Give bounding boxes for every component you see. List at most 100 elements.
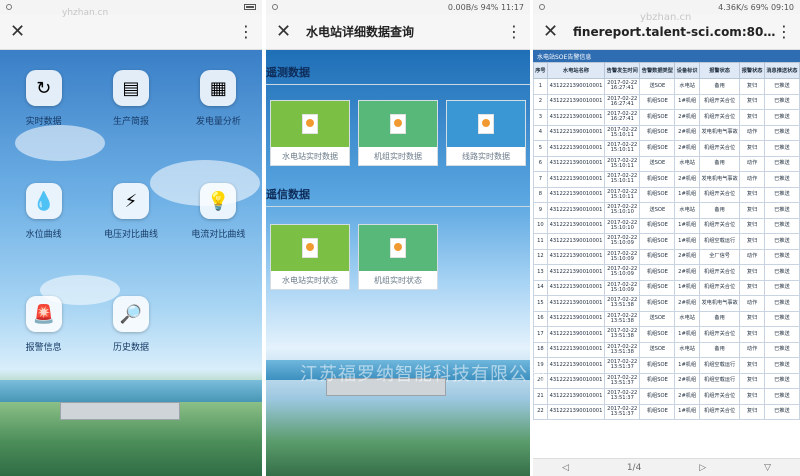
table-row: 6 4312221390010001 2017-02-22 15:10:11 送SOE… <box>533 155 800 172</box>
card-label: 线路实时数据 <box>462 151 510 161</box>
table-cell: 4312221390010001 <box>546 326 606 343</box>
card-unit-realtime-data[interactable]: 机组实时数据 <box>358 100 438 166</box>
table-cell: 机组SOE <box>639 186 676 203</box>
table-cell: 21 <box>533 388 548 405</box>
table-cell: 复归 <box>739 388 765 405</box>
table-cell: 送SOE <box>639 202 676 219</box>
table-row: 18 4312221390010001 2017-02-22 13:51:38 送SO… <box>533 341 800 358</box>
column-header: 序号 <box>533 62 548 79</box>
tile-production-brief[interactable]: ▤ 生产简报 <box>87 70 174 127</box>
table-cell: 2#机组 <box>674 109 700 126</box>
table-cell: 机组SOE <box>639 248 676 265</box>
card-unit-realtime-status[interactable]: 机组实时状态 <box>358 224 438 290</box>
table-header-row: 序号 水电站名称 告警发生时间 告警数据类型 设备标识 报警状态 报警状态 消息推送状态 <box>533 62 800 79</box>
table-cell: 机组开关合位 <box>698 217 741 234</box>
table-cell: 4312221390010001 <box>546 357 606 374</box>
current-comparison-curve-icon: 💡 <box>200 183 237 219</box>
table-cell: 18 <box>533 341 548 358</box>
table-cell: 2017-02-22 15:10:09 <box>604 233 641 250</box>
table-cell: 已推送 <box>763 403 800 420</box>
table-cell: 4312221390010001 <box>546 186 606 203</box>
table-cell: 1#机组 <box>674 233 700 250</box>
table-row: 19 4312221390010001 2017-02-22 13:51:37 机组S… <box>533 357 800 374</box>
company-watermark: 江苏福罗纳智能科技有限公司 <box>300 364 547 385</box>
app-topbar: ✕ ⋮ <box>0 14 262 50</box>
status-bar <box>0 0 262 14</box>
column-header: 告警数据类型 <box>639 62 676 79</box>
table-cell: 发电机电气事故 <box>698 124 741 141</box>
table-cell: 动作 <box>739 124 765 141</box>
table-cell: 动作 <box>739 341 765 358</box>
table-cell: 12 <box>533 248 548 265</box>
table-cell: 机组SOE <box>639 403 676 420</box>
app-topbar: ✕ 水电站详细数据查询 ⋮ <box>266 14 530 50</box>
table-cell: 2017-02-22 15:10:10 <box>604 202 641 219</box>
table-cell: 全厂信号 <box>698 248 741 265</box>
tile-alarm-info[interactable]: 🚨 报警信息 <box>0 296 87 353</box>
table-cell: 5 <box>533 140 548 157</box>
table-cell: 已推送 <box>763 279 800 296</box>
table-cell: 动作 <box>739 171 765 188</box>
close-icon[interactable]: ✕ <box>543 21 563 42</box>
close-icon[interactable]: ✕ <box>10 21 30 42</box>
tile-label: 历史数据 <box>112 343 149 353</box>
card-station-realtime-data[interactable]: 水电站实时数据 <box>270 100 350 166</box>
table-cell: 2017-02-22 16:27:41 <box>604 78 641 95</box>
table-cell: 机组空载运行 <box>698 233 741 250</box>
table-cell: 4312221390010001 <box>546 140 606 157</box>
filter-icon[interactable]: ▽ <box>764 463 771 473</box>
table-cell: 机组SOE <box>639 171 676 188</box>
more-menu-icon[interactable]: ⋮ <box>776 22 792 41</box>
table-cell: 已推送 <box>763 155 800 172</box>
table-cell: 2#机组 <box>674 295 700 312</box>
table-cell: 4312221390010001 <box>546 403 606 420</box>
tile-voltage-comparison-curve[interactable]: ⚡ 电压对比曲线 <box>87 183 174 240</box>
signal-icon <box>6 4 12 10</box>
card-station-realtime-status[interactable]: 水电站实时状态 <box>270 224 350 290</box>
prev-page-icon[interactable]: ◁ <box>562 463 569 473</box>
table-cell: 复归 <box>739 78 765 95</box>
table-cell: 机组SOE <box>639 388 676 405</box>
table-cell: 10 <box>533 217 548 234</box>
tile-history-data[interactable]: 🔎 历史数据 <box>87 296 174 353</box>
table-cell: 4312221390010001 <box>546 372 606 389</box>
table-cell: 机组开关合位 <box>698 326 741 343</box>
card-line-realtime-data[interactable]: 线路实时数据 <box>446 100 526 166</box>
site-watermark: yhzhan.cn <box>62 8 109 18</box>
table-row: 22 4312221390010001 2017-02-22 13:51:37 机组S… <box>533 403 800 420</box>
table-cell: 复归 <box>739 403 765 420</box>
table-cell: 2 <box>533 93 548 110</box>
phone-screen-report: 4.36K/s 69% 09:10 ✕ finereport.talent-sc… <box>533 0 800 476</box>
table-cell: 机组SOE <box>639 326 676 343</box>
table-cell: 2017-02-22 15:10:11 <box>604 140 641 157</box>
table-cell: 复归 <box>739 357 765 374</box>
table-cell: 2017-02-22 15:10:11 <box>604 155 641 172</box>
table-cell: 2#机组 <box>674 124 700 141</box>
table-cell: 4312221390010001 <box>546 217 606 234</box>
table-cell: 水电站 <box>674 155 700 172</box>
function-grid: ↻ 实时数据 ▤ 生产简报 ▦ 发电量分析 💧 水位曲线 ⚡ 电压对比曲线 💡 <box>0 70 262 353</box>
power-generation-analysis-icon: ▦ <box>200 70 237 106</box>
table-cell: 2017-02-22 15:10:09 <box>604 248 641 265</box>
tile-power-generation-analysis[interactable]: ▦ 发电量分析 <box>175 70 262 127</box>
table-cell: 机组开关合位 <box>698 109 741 126</box>
tile-current-comparison-curve[interactable]: 💡 电流对比曲线 <box>175 183 262 240</box>
table-row: 10 4312221390010001 2017-02-22 15:10:10 机组S… <box>533 217 800 234</box>
more-menu-icon[interactable]: ⋮ <box>506 22 522 41</box>
table-cell: 水电站 <box>674 202 700 219</box>
table-row: 11 4312221390010001 2017-02-22 15:10:09 机组S… <box>533 233 800 250</box>
table-cell: 4312221390010001 <box>546 171 606 188</box>
tile-water-level-curve[interactable]: 💧 水位曲线 <box>0 183 87 240</box>
table-cell: 已推送 <box>763 78 800 95</box>
table-cell: 机组空载运行 <box>698 372 741 389</box>
close-icon[interactable]: ✕ <box>276 21 296 42</box>
tile-label: 生产简报 <box>112 117 149 127</box>
next-page-icon[interactable]: ▷ <box>699 463 706 473</box>
table-cell: 1#机组 <box>674 186 700 203</box>
table-cell: 6 <box>533 155 548 172</box>
table-cell: 动作 <box>739 295 765 312</box>
tile-realtime-data[interactable]: ↻ 实时数据 <box>0 70 87 127</box>
table-cell: 复归 <box>739 372 765 389</box>
more-menu-icon[interactable]: ⋮ <box>238 22 254 41</box>
signal-icon <box>272 4 278 10</box>
